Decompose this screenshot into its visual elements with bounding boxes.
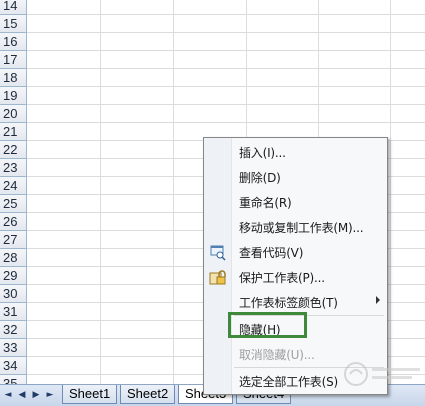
row-header[interactable]: 21 <box>0 123 27 141</box>
row-header[interactable]: 24 <box>0 177 27 195</box>
prev-sheet-nav-button[interactable]: ◀ <box>16 388 28 402</box>
row-header[interactable]: 20 <box>0 105 27 123</box>
submenu-arrow-icon <box>376 296 380 304</box>
row-header[interactable]: 27 <box>0 231 27 249</box>
grid-row: 16 <box>0 33 425 51</box>
row-header[interactable]: 25 <box>0 195 27 213</box>
menu-item-label: 取消隐藏(U)... <box>239 348 315 362</box>
view-code-icon <box>209 244 226 261</box>
row-header[interactable]: 22 <box>0 141 27 159</box>
grid-row: 19 <box>0 87 425 105</box>
menu-item-label: 工作表标签颜色(T) <box>239 296 338 310</box>
menu-item-insert[interactable]: 插入(I)... <box>205 141 386 163</box>
row-header[interactable]: 18 <box>0 69 27 87</box>
grid-row: 14 <box>0 0 425 15</box>
menu-item-delete[interactable]: 删除(D) <box>205 166 386 188</box>
grid-row: 15 <box>0 15 425 33</box>
menu-item-label: 查看代码(V) <box>239 246 304 260</box>
row-header[interactable]: 14 <box>0 0 27 15</box>
menu-item-label: 选定全部工作表(S) <box>239 375 338 389</box>
row-header[interactable]: 33 <box>0 339 27 357</box>
grid-row: 18 <box>0 69 425 87</box>
row-header[interactable]: 26 <box>0 213 27 231</box>
row-header[interactable]: 34 <box>0 357 27 375</box>
sheet-tab-sheet1[interactable]: Sheet1 <box>62 385 118 404</box>
grid-row: 17 <box>0 51 425 69</box>
menu-item-label: 重命名(R) <box>239 196 292 210</box>
lock-icon <box>209 269 226 286</box>
row-header[interactable]: 31 <box>0 303 27 321</box>
watermark-logo <box>340 356 425 392</box>
row-header[interactable]: 28 <box>0 249 27 267</box>
hide-item-highlight-box <box>228 312 307 338</box>
row-header[interactable]: 32 <box>0 321 27 339</box>
menu-item-label: 移动或复制工作表(M)... <box>239 221 364 235</box>
grid-row: 20 <box>0 105 425 123</box>
next-sheet-nav-button[interactable]: ▶ <box>30 388 42 402</box>
row-header[interactable]: 19 <box>0 87 27 105</box>
menu-item-label: 保护工作表(P)... <box>239 271 325 285</box>
menu-item-move-or-copy[interactable]: 移动或复制工作表(M)... <box>205 216 386 238</box>
first-sheet-nav-button[interactable]: ◄ <box>2 388 14 402</box>
menu-item-view-code[interactable]: 查看代码(V) <box>205 241 386 263</box>
row-header[interactable]: 35 <box>0 375 27 384</box>
menu-item-protect-sheet[interactable]: 保护工作表(P)... <box>205 266 386 288</box>
sheet-tab-sheet2[interactable]: Sheet2 <box>120 385 176 404</box>
menu-item-label: 插入(I)... <box>239 146 286 160</box>
menu-item-tab-color[interactable]: 工作表标签颜色(T) <box>205 291 386 313</box>
menu-item-rename[interactable]: 重命名(R) <box>205 191 386 213</box>
menu-item-label: 删除(D) <box>239 171 281 185</box>
row-header[interactable]: 29 <box>0 267 27 285</box>
row-header[interactable]: 17 <box>0 51 27 69</box>
row-header[interactable]: 15 <box>0 15 27 33</box>
row-header[interactable]: 16 <box>0 33 27 51</box>
last-sheet-nav-button[interactable]: ► <box>44 388 56 402</box>
row-header[interactable]: 23 <box>0 159 27 177</box>
row-header[interactable]: 30 <box>0 285 27 303</box>
